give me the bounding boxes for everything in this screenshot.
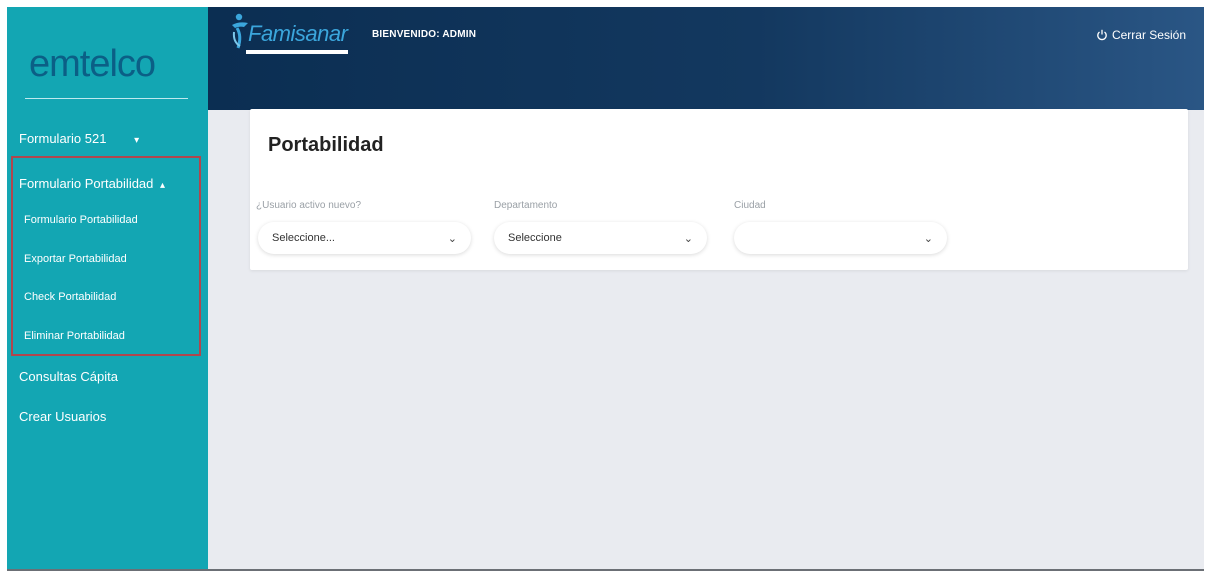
ciudad-label: Ciudad bbox=[734, 200, 766, 211]
submenu-item-formulario-portabilidad[interactable]: Formulario Portabilidad bbox=[24, 214, 138, 226]
chevron-down-icon: ⌄ bbox=[447, 232, 457, 245]
select-value: Seleccione bbox=[508, 232, 562, 244]
chevron-down-icon: ⌄ bbox=[923, 232, 933, 245]
welcome-text: BIENVENIDO: ADMIN bbox=[372, 29, 477, 40]
power-icon bbox=[1097, 29, 1107, 41]
usuario-activo-label: ¿Usuario activo nuevo? bbox=[256, 200, 362, 211]
departamento-label: Departamento bbox=[494, 200, 558, 211]
submenu-item-exportar-portabilidad[interactable]: Exportar Portabilidad bbox=[24, 253, 127, 265]
submenu-item-eliminar-portabilidad[interactable]: Eliminar Portabilidad bbox=[24, 330, 125, 342]
logout-button[interactable]: Cerrar Sesión bbox=[1096, 28, 1186, 42]
select-value: Seleccione... bbox=[272, 232, 335, 244]
brand-name: Famisanar bbox=[248, 21, 348, 46]
logo-divider bbox=[25, 98, 188, 99]
page-title: Portabilidad bbox=[268, 134, 384, 156]
logout-label: Cerrar Sesión bbox=[1111, 28, 1186, 42]
sidebar-item-formulario-521[interactable]: Formulario 521 ▾ bbox=[19, 131, 139, 146]
chevron-down-icon: ⌄ bbox=[683, 232, 693, 245]
sidebar-item-label: Formulario 521 bbox=[19, 131, 107, 146]
submenu-item-check-portabilidad[interactable]: Check Portabilidad bbox=[24, 291, 116, 303]
app-frame: emtelco Formulario 521 ▾ Formulario Port… bbox=[7, 7, 1204, 571]
ciudad-select[interactable]: ⌄ bbox=[734, 222, 947, 254]
top-header: Famisanar BIENVENIDO: ADMIN Cerrar Sesió… bbox=[208, 7, 1204, 110]
sidebar: emtelco Formulario 521 ▾ Formulario Port… bbox=[7, 7, 208, 571]
portabilidad-card: Portabilidad ¿Usuario activo nuevo? Sele… bbox=[250, 109, 1188, 270]
brand-underline bbox=[246, 50, 348, 54]
emtelco-logo: emtelco bbox=[29, 43, 156, 85]
caret-down-icon: ▾ bbox=[134, 135, 140, 146]
famisanar-logo: Famisanar bbox=[230, 12, 350, 62]
departamento-select[interactable]: Seleccione ⌄ bbox=[494, 222, 707, 254]
sidebar-item-consultas-capita[interactable]: Consultas Cápita bbox=[19, 369, 118, 384]
usuario-activo-select[interactable]: Seleccione... ⌄ bbox=[258, 222, 471, 254]
sidebar-item-crear-usuarios[interactable]: Crear Usuarios bbox=[19, 409, 106, 424]
bottom-divider bbox=[7, 569, 1204, 571]
